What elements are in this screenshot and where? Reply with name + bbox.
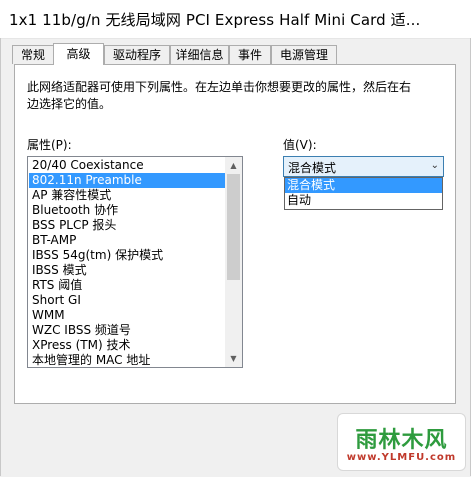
list-item[interactable]: Short GI bbox=[29, 293, 226, 308]
tab-events[interactable]: 事件 bbox=[229, 45, 271, 64]
scroll-down-arrow-icon[interactable]: ▼ bbox=[225, 350, 242, 367]
chevron-down-icon[interactable]: ⌄ bbox=[431, 160, 439, 171]
property-listbox[interactable]: 20/40 Coexistance 802.11n Preamble AP 兼容… bbox=[27, 156, 243, 368]
list-item[interactable]: IBSS 54g(tm) 保护模式 bbox=[29, 248, 226, 263]
list-item[interactable]: BT-AMP bbox=[29, 233, 226, 248]
value-combobox-current: 混合模式 bbox=[288, 161, 337, 175]
description-line-2: 边选择它的值。 bbox=[27, 97, 112, 111]
scroll-up-arrow-icon[interactable]: ▲ bbox=[225, 157, 242, 174]
list-item[interactable]: 本地管理的 MAC 地址 bbox=[29, 353, 226, 367]
property-label: 属性(P): bbox=[27, 138, 72, 152]
tab-power-management[interactable]: 电源管理 bbox=[271, 45, 337, 64]
list-item[interactable]: AP 兼容性模式 bbox=[29, 188, 226, 203]
list-item[interactable]: IBSS 模式 bbox=[29, 263, 226, 278]
list-item[interactable]: XPress (TM) 技术 bbox=[29, 338, 226, 353]
panel-description: 此网络适配器可使用下列属性。在左边单击你想要更改的属性，然后在右 边选择它的值。 bbox=[27, 79, 417, 113]
description-line-1: 此网络适配器可使用下列属性。在左边单击你想要更改的属性，然后在右 bbox=[27, 80, 412, 94]
list-item-selected[interactable]: 802.11n Preamble bbox=[29, 173, 226, 188]
watermark-url: www.YLMFU.com bbox=[346, 452, 457, 463]
window-title: 1x1 11b/g/n 无线局域网 PCI Express Half Mini … bbox=[9, 11, 421, 29]
property-list-items: 20/40 Coexistance 802.11n Preamble AP 兼容… bbox=[29, 158, 226, 367]
list-item[interactable]: WZC IBSS 频道号 bbox=[29, 323, 226, 338]
watermark-brand: 雨林木风 bbox=[355, 428, 448, 453]
dropdown-option-mixed[interactable]: 混合模式 bbox=[285, 178, 442, 193]
value-combobox[interactable]: 混合模式 ⌄ bbox=[283, 156, 444, 177]
list-item[interactable]: WMM bbox=[29, 308, 226, 323]
dropdown-option-auto[interactable]: 自动 bbox=[285, 193, 442, 208]
property-list-scrollbar[interactable]: ▲ ▼ bbox=[225, 157, 242, 367]
list-item[interactable]: RTS 阈值 bbox=[29, 278, 226, 293]
list-item[interactable]: 20/40 Coexistance bbox=[29, 158, 226, 173]
tab-driver[interactable]: 驱动程序 bbox=[104, 45, 170, 64]
list-item[interactable]: BSS PLCP 报头 bbox=[29, 218, 226, 233]
value-label: 值(V): bbox=[283, 138, 317, 152]
watermark-logo: 雨林木风 www.YLMFU.com bbox=[337, 413, 466, 471]
tab-general[interactable]: 常规 bbox=[12, 45, 54, 64]
tab-advanced[interactable]: 高级 bbox=[53, 43, 104, 65]
value-dropdown-list[interactable]: 混合模式 自动 bbox=[284, 177, 443, 210]
scrollbar-thumb[interactable] bbox=[227, 174, 240, 280]
list-item[interactable]: Bluetooth 协作 bbox=[29, 203, 226, 218]
tab-details[interactable]: 详细信息 bbox=[170, 45, 229, 64]
title-bar[interactable]: 1x1 11b/g/n 无线局域网 PCI Express Half Mini … bbox=[0, 0, 471, 39]
